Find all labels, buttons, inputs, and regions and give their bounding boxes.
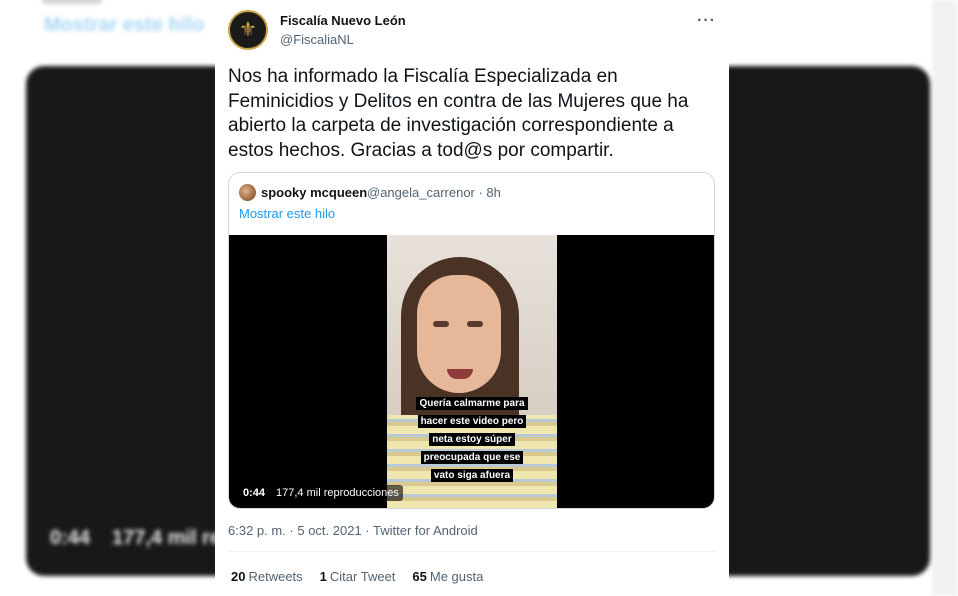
quotes-count: 1 [319, 569, 327, 584]
tweet-stats: 20 Retweets 1 Citar Tweet 65 Me gusta [231, 569, 483, 584]
quotes-stat[interactable]: 1 Citar Tweet [320, 569, 396, 584]
likes-stat[interactable]: 65 Me gusta [412, 569, 483, 584]
video-caption: Quería calmarme para hacer este video pe… [409, 393, 535, 483]
background-thread-link: Mostrar este hilo [44, 14, 205, 36]
retweets-stat[interactable]: 20 Retweets [231, 569, 303, 584]
avatar[interactable]: ⚜ [228, 10, 268, 50]
quotes-label: Citar Tweet [329, 569, 396, 584]
tweet-card: ⚜ Fiscalía Nuevo León @FiscaliaNL ··· No… [215, 0, 729, 596]
quoted-avatar[interactable] [239, 184, 256, 201]
background-video-views: 177,4 mil re [112, 527, 221, 549]
more-icon[interactable]: ··· [697, 12, 716, 30]
seal-icon: ⚜ [239, 19, 257, 41]
video-views: 177,4 mil reproducciones [272, 485, 403, 501]
retweets-label: Retweets [248, 569, 303, 584]
quoted-author-handle: @angela_carrenor · 8h [367, 185, 501, 200]
video-caption-line: hacer este video pero [417, 415, 527, 428]
background-video-time: 0:44 [50, 527, 91, 549]
video-caption-line: neta estoy súper [429, 433, 515, 446]
tweet-text: Nos ha informado la Fiscalía Especializa… [228, 66, 689, 161]
video-caption-line: preocupada que ese [420, 451, 524, 464]
video-duration: 0:44 [239, 485, 270, 501]
likes-count: 65 [412, 569, 427, 584]
video-person-eye [433, 321, 449, 327]
video-person-eye [467, 321, 483, 327]
author-handle[interactable]: @FiscaliaNL [280, 32, 354, 47]
video-caption-line: Quería calmarme para [416, 397, 528, 410]
show-thread-link[interactable]: Mostrar este hilo [239, 206, 335, 221]
background-right-strip [932, 0, 958, 596]
author-name[interactable]: Fiscalía Nuevo León [280, 13, 406, 28]
tweet-timestamp[interactable]: 6:32 p. m. · 5 oct. 2021 · Twitter for A… [228, 523, 478, 538]
retweets-count: 20 [231, 569, 246, 584]
video-frame: Quería calmarme para hacer este video pe… [387, 235, 557, 508]
video-caption-line: vato siga afuera [430, 469, 514, 482]
tweet-header: ⚜ Fiscalía Nuevo León @FiscaliaNL ··· [228, 10, 718, 52]
quoted-video[interactable]: Quería calmarme para hacer este video pe… [229, 235, 714, 508]
quoted-tweet[interactable]: spooky mcqueen @angela_carrenor · 8h Mos… [228, 172, 715, 509]
background-avatar-hint [42, 0, 102, 4]
likes-label: Me gusta [429, 569, 484, 584]
divider [228, 551, 716, 552]
quoted-author-name[interactable]: spooky mcqueen [261, 185, 367, 200]
